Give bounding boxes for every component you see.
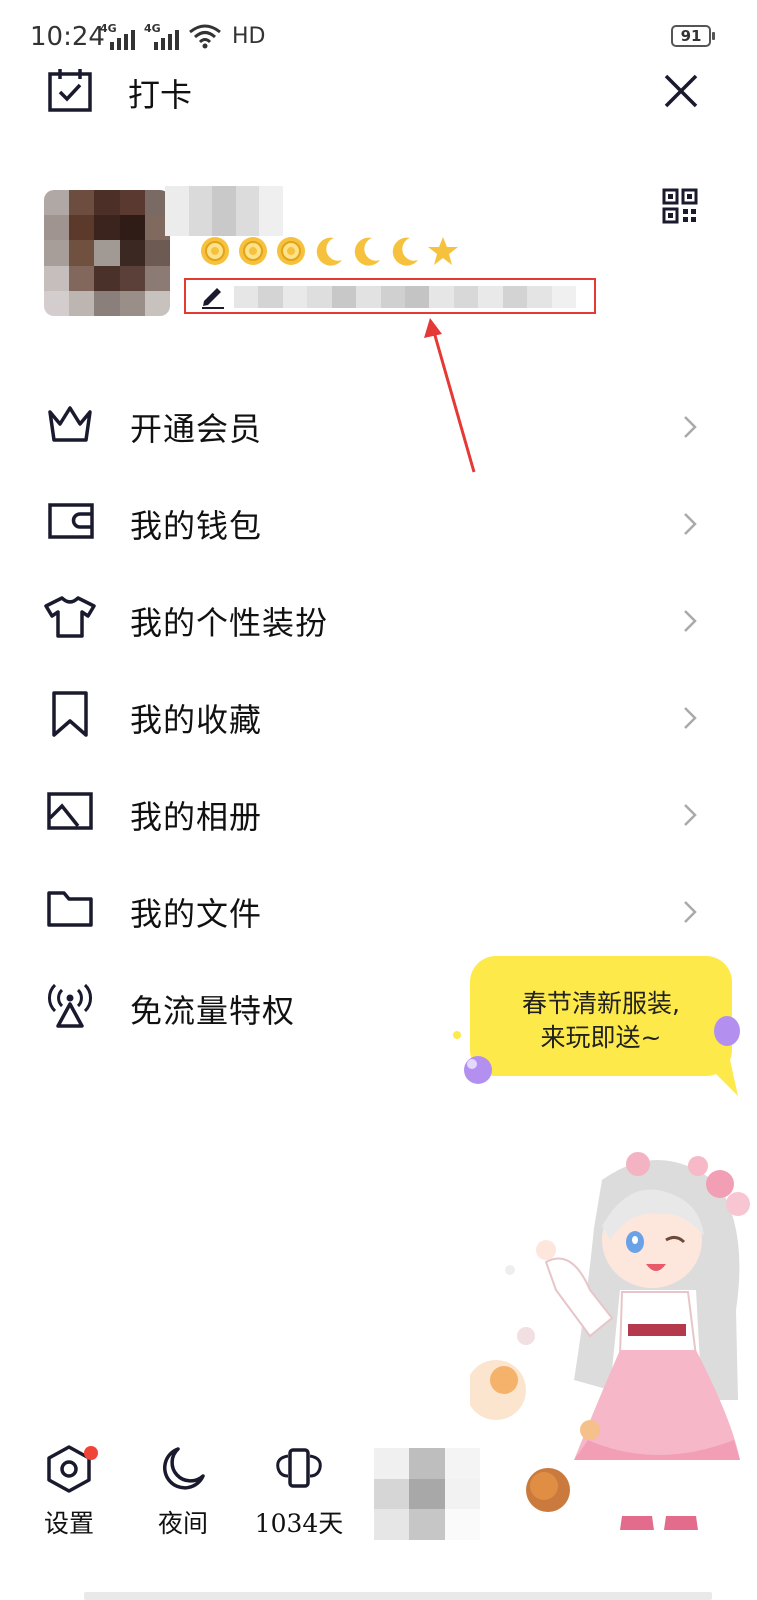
menu-label: 开通会员 <box>130 410 263 448</box>
menu-item-outfit[interactable]: 我的个性装扮 <box>0 574 757 654</box>
moon-icon <box>163 1447 205 1490</box>
menu-label: 我的钱包 <box>130 507 263 545</box>
signature-blurred <box>234 286 576 308</box>
status-icons: 4G 4G HD <box>100 22 265 50</box>
chevron-right-icon <box>684 416 697 438</box>
promo-bubble-tail <box>700 1060 738 1096</box>
menu-label: 我的文件 <box>130 895 263 933</box>
crown-icon <box>48 406 92 442</box>
days-button[interactable]: 1034天 <box>254 1440 344 1560</box>
menu-item-album[interactable]: 我的相册 <box>0 768 757 848</box>
cellular-signal-icon: 4G <box>100 22 135 50</box>
menu-item-wallet[interactable]: 我的钱包 <box>0 477 757 557</box>
sun-icon <box>198 234 232 268</box>
bottom-scrollbar[interactable] <box>84 1592 712 1600</box>
promo-text-line1: 春节清新服装, <box>522 989 680 1018</box>
promo-bubble[interactable]: 春节清新服装, 来玩即送~ <box>470 956 732 1076</box>
winged-phone-icon <box>276 1448 322 1488</box>
moon-icon <box>350 234 384 268</box>
moon-icon <box>312 234 346 268</box>
close-icon[interactable] <box>662 72 700 110</box>
days-label: 1034天 <box>254 1509 344 1538</box>
chevron-right-icon <box>684 513 697 535</box>
cellular-signal-icon-2: 4G <box>144 22 179 50</box>
wallet-icon <box>48 503 94 539</box>
image-icon <box>47 792 93 830</box>
menu-item-vip[interactable]: 开通会员 <box>0 380 757 460</box>
calendar-check-icon[interactable] <box>46 66 94 114</box>
signature-edit-field[interactable] <box>184 278 596 314</box>
avatar[interactable] <box>44 190 170 316</box>
menu-item-favorites[interactable]: 我的收藏 <box>0 671 757 751</box>
settings-button[interactable]: 设置 <box>24 1440 114 1560</box>
checkin-label[interactable]: 打卡 <box>128 70 192 116</box>
notification-dot <box>84 1446 98 1460</box>
menu-label: 我的相册 <box>130 798 263 836</box>
signal-tower-icon <box>48 983 92 1028</box>
status-time: 10:24 <box>30 22 105 52</box>
sun-icon <box>274 234 308 268</box>
chevron-right-icon <box>684 901 697 923</box>
tshirt-icon <box>44 596 96 638</box>
settings-label: 设置 <box>43 1509 94 1538</box>
menu-item-files[interactable]: 我的文件 <box>0 865 757 945</box>
menu-label: 免流量特权 <box>130 992 296 1030</box>
night-mode-button[interactable]: 夜间 <box>138 1440 228 1560</box>
star-icon <box>426 234 460 268</box>
pencil-icon <box>202 288 224 309</box>
night-label: 夜间 <box>157 1509 208 1538</box>
menu-label: 我的个性装扮 <box>130 604 329 642</box>
candy-icon <box>464 1056 492 1084</box>
dot-decoration <box>453 1031 461 1039</box>
folder-icon <box>47 891 93 927</box>
menu-label: 我的收藏 <box>130 701 263 739</box>
blurred-region <box>374 1448 480 1540</box>
qr-code-icon[interactable] <box>662 188 698 224</box>
chevron-right-icon <box>684 707 697 729</box>
level-badges <box>198 234 460 268</box>
hd-indicator: HD <box>232 23 266 49</box>
chevron-right-icon <box>684 804 697 826</box>
bookmark-icon <box>52 691 88 737</box>
chevron-right-icon <box>684 610 697 632</box>
wifi-icon <box>189 24 221 49</box>
moon-icon <box>388 234 422 268</box>
candy-icon <box>714 1016 740 1046</box>
sun-icon <box>236 234 270 268</box>
status-bar: 10:24 4G 4G HD 91 <box>0 0 757 72</box>
username-blurred <box>165 186 283 236</box>
promo-text-line2: 来玩即送~ <box>540 1023 662 1052</box>
battery-indicator: 91 <box>671 25 715 47</box>
